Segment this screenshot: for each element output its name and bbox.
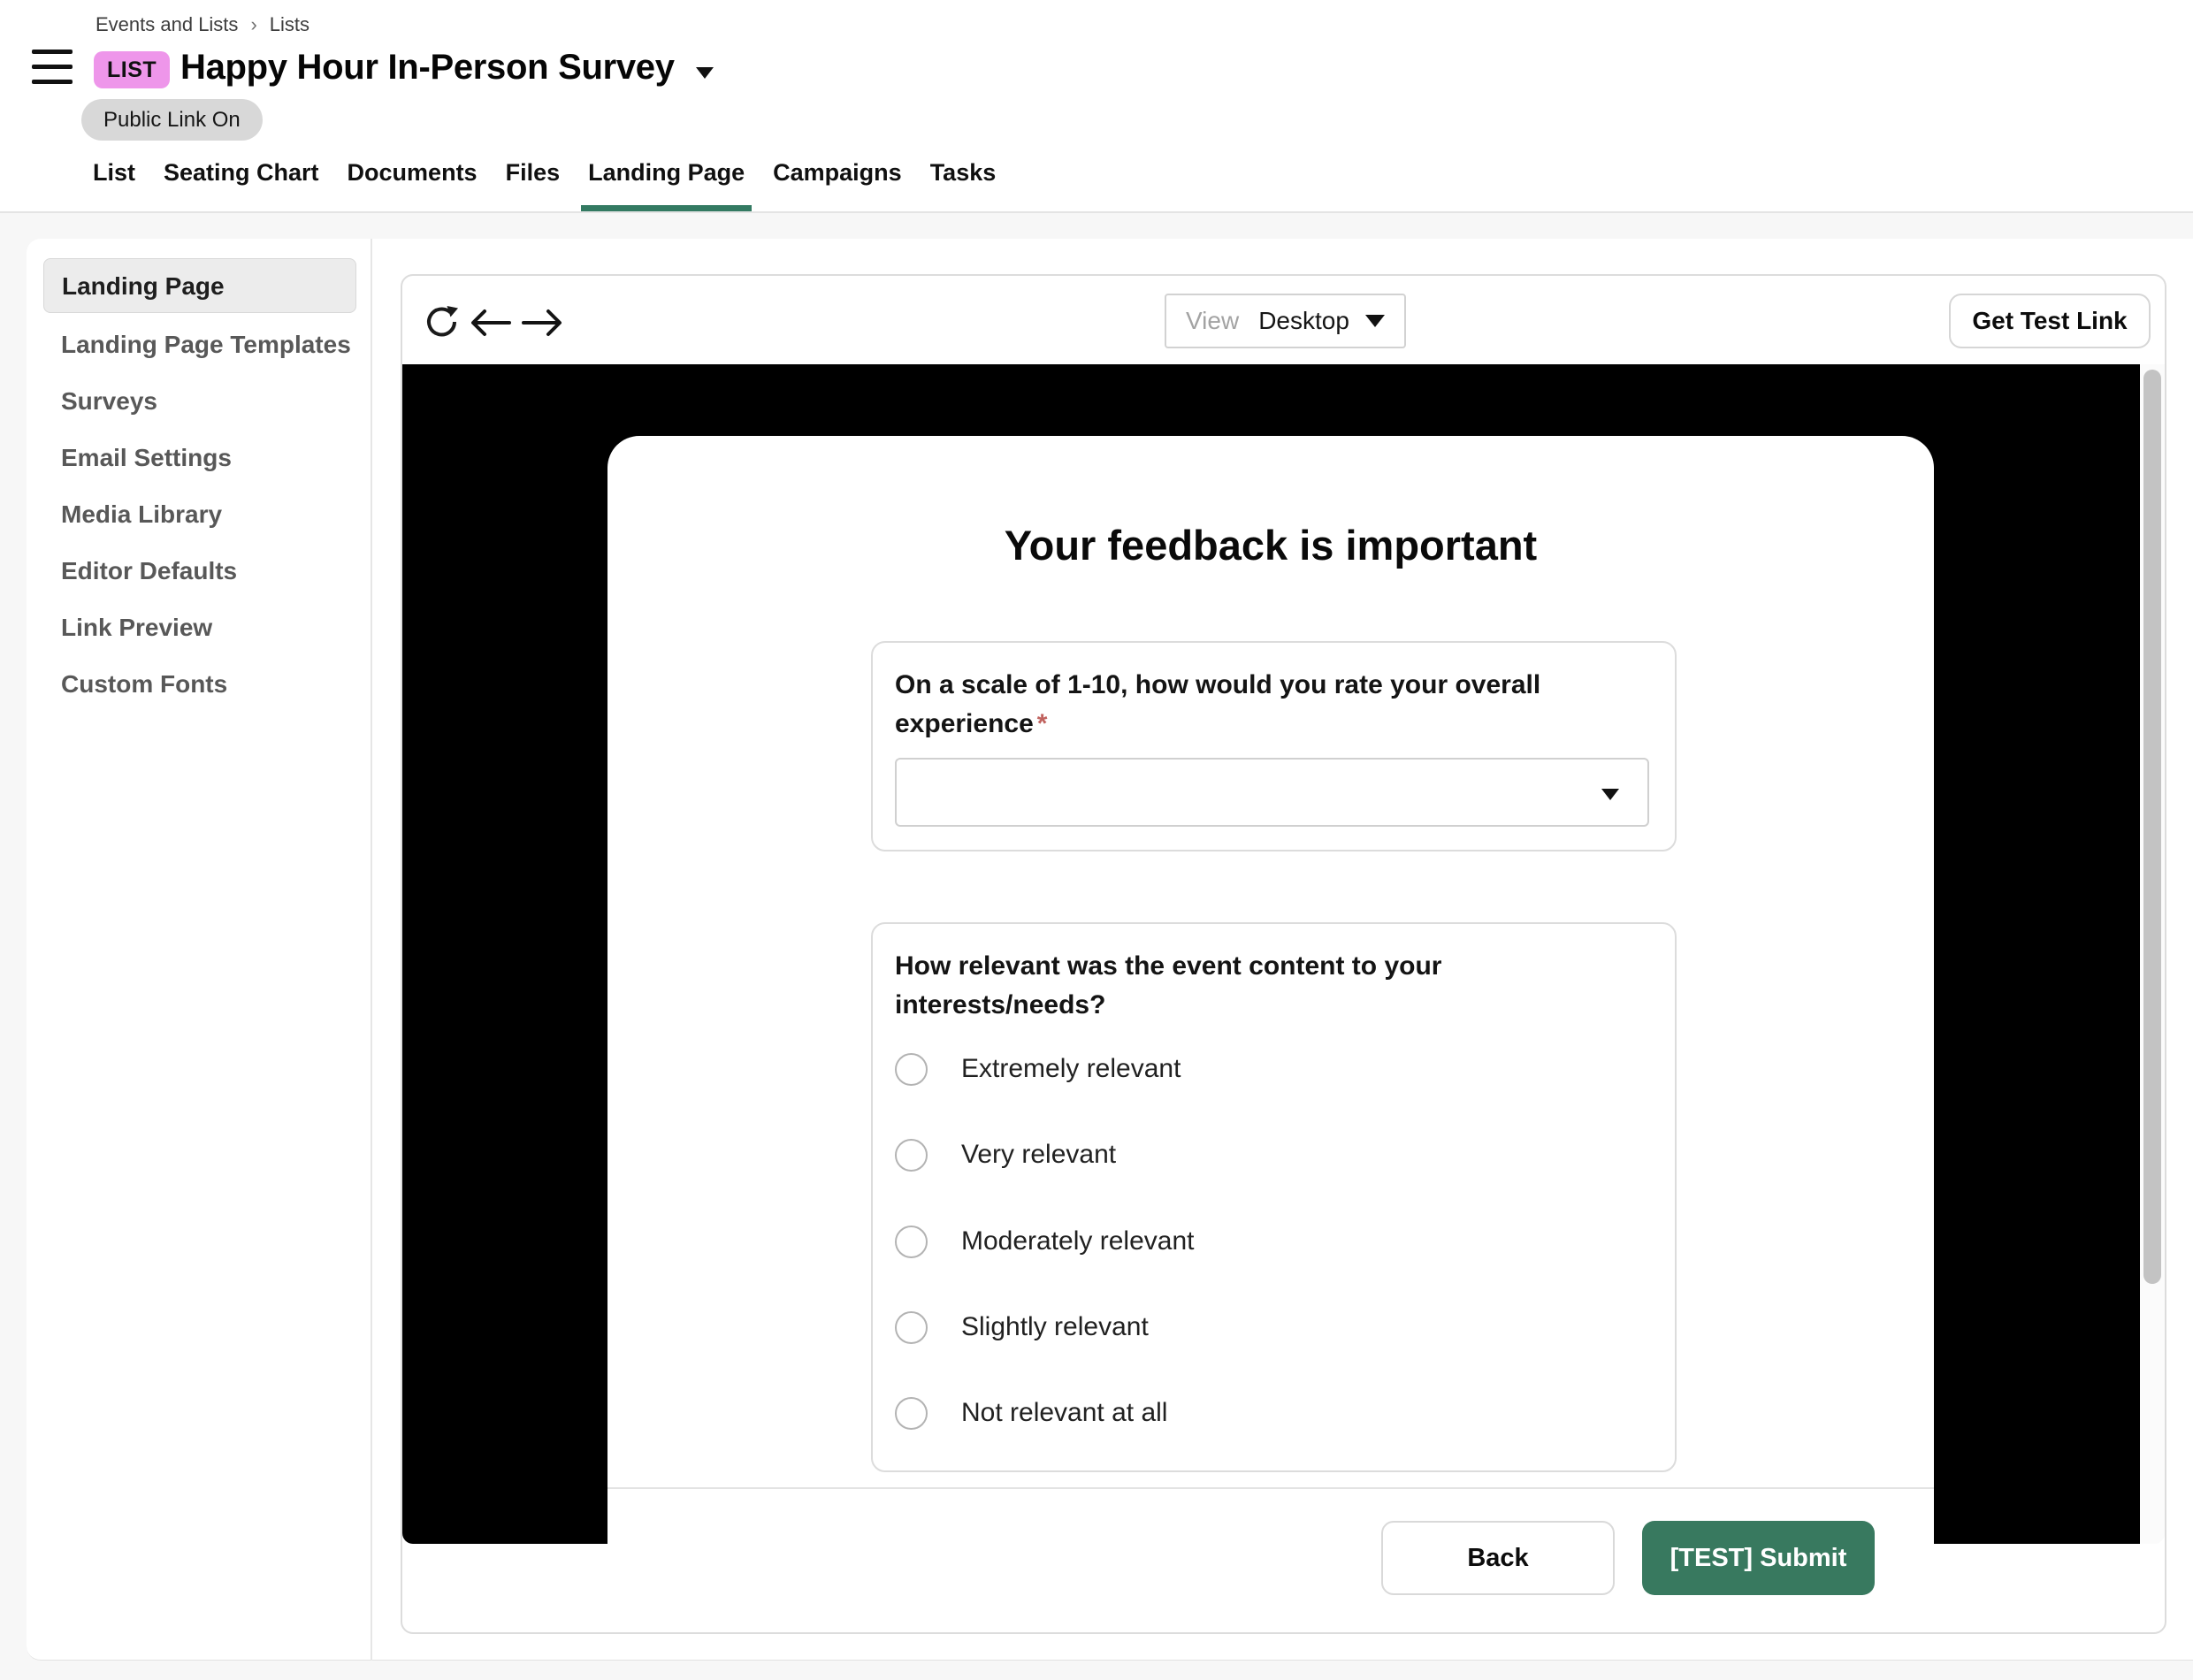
- preview-scrollbar-thumb[interactable]: [2143, 370, 2161, 1284]
- sidebar-item-landing-page[interactable]: Landing Page: [43, 258, 356, 313]
- preview-scrollbar-track[interactable]: [2140, 364, 2165, 1544]
- radio-circle-icon[interactable]: [895, 1226, 928, 1258]
- tab-documents[interactable]: Documents: [348, 152, 478, 211]
- radio-option-label: Slightly relevant: [961, 1312, 1149, 1342]
- radio-option-not-relevant[interactable]: Not relevant at all: [895, 1395, 1167, 1431]
- page-title: Happy Hour In-Person Survey: [180, 48, 675, 88]
- sidebar-item-media-library[interactable]: Media Library: [43, 487, 356, 542]
- hamburger-menu-icon[interactable]: [32, 50, 73, 85]
- survey-footer-divider: [607, 1487, 1934, 1489]
- rating-dropdown[interactable]: [895, 758, 1649, 827]
- radio-option-label: Moderately relevant: [961, 1226, 1194, 1256]
- question-card-rating: On a scale of 1-10, how would you rate y…: [871, 641, 1677, 851]
- question-text: On a scale of 1-10, how would you rate y…: [895, 666, 1593, 744]
- breadcrumb-separator: ›: [250, 13, 256, 36]
- public-link-status-badge: Public Link On: [81, 99, 263, 141]
- back-button[interactable]: Back: [1381, 1521, 1615, 1595]
- question-text: How relevant was the event content to yo…: [895, 947, 1532, 1025]
- tab-tasks[interactable]: Tasks: [930, 152, 997, 211]
- view-mode-select[interactable]: View Desktop: [1165, 294, 1406, 348]
- question-card-relevance: How relevant was the event content to yo…: [871, 922, 1677, 1472]
- radio-option-slightly-relevant[interactable]: Slightly relevant: [895, 1310, 1149, 1345]
- app-window: Events and Lists › Lists LIST Happy Hour…: [0, 0, 2193, 1680]
- radio-option-moderately-relevant[interactable]: Moderately relevant: [895, 1224, 1194, 1259]
- radio-circle-icon[interactable]: [895, 1139, 928, 1172]
- view-label: View: [1186, 307, 1239, 335]
- sidebar-item-link-preview[interactable]: Link Preview: [43, 600, 356, 655]
- radio-option-label: Not relevant at all: [961, 1398, 1167, 1428]
- tab-list[interactable]: List: [93, 152, 135, 211]
- sidebar-item-email-settings[interactable]: Email Settings: [43, 431, 356, 485]
- landing-page-preview-panel: View Desktop Get Test Link Your feedback…: [401, 274, 2166, 1634]
- test-submit-button[interactable]: [TEST] Submit: [1642, 1521, 1875, 1595]
- sidebar-item-surveys[interactable]: Surveys: [43, 374, 356, 429]
- radio-circle-icon[interactable]: [895, 1311, 928, 1344]
- sidebar-item-landing-page-templates[interactable]: Landing Page Templates: [43, 317, 356, 372]
- breadcrumb: Events and Lists › Lists: [96, 13, 309, 36]
- sidebar-item-custom-fonts[interactable]: Custom Fonts: [43, 657, 356, 712]
- radio-option-label: Extremely relevant: [961, 1054, 1181, 1084]
- radio-circle-icon[interactable]: [895, 1053, 928, 1086]
- get-test-link-button[interactable]: Get Test Link: [1949, 294, 2151, 348]
- tab-campaigns[interactable]: Campaigns: [773, 152, 902, 211]
- header: Events and Lists › Lists LIST Happy Hour…: [0, 0, 2193, 211]
- tab-bar: List Seating Chart Documents Files Landi…: [93, 152, 996, 211]
- radio-circle-icon[interactable]: [895, 1397, 928, 1430]
- radio-option-label: Very relevant: [961, 1140, 1116, 1170]
- refresh-icon[interactable]: [423, 302, 465, 341]
- title-dropdown-caret-icon[interactable]: [696, 67, 714, 79]
- radio-option-extremely-relevant[interactable]: Extremely relevant: [895, 1051, 1181, 1087]
- header-divider: [0, 211, 2193, 213]
- question-text-content: On a scale of 1-10, how would you rate y…: [895, 670, 1540, 738]
- arrow-left-icon[interactable]: [470, 308, 512, 347]
- settings-sidebar: Landing Page Landing Page Templates Surv…: [27, 239, 372, 1661]
- tab-files[interactable]: Files: [506, 152, 561, 211]
- content-card: Landing Page Landing Page Templates Surv…: [27, 239, 2193, 1661]
- list-type-badge: LIST: [94, 51, 170, 88]
- tab-seating-chart[interactable]: Seating Chart: [164, 152, 319, 211]
- view-value: Desktop: [1258, 307, 1349, 335]
- arrow-right-icon[interactable]: [521, 308, 563, 347]
- tab-landing-page[interactable]: Landing Page: [588, 152, 745, 211]
- sidebar-item-editor-defaults[interactable]: Editor Defaults: [43, 544, 356, 599]
- survey-heading: Your feedback is important: [607, 521, 1934, 569]
- breadcrumb-lists[interactable]: Lists: [270, 13, 309, 36]
- radio-option-very-relevant[interactable]: Very relevant: [895, 1137, 1116, 1172]
- preview-viewport: Your feedback is important On a scale of…: [402, 364, 2140, 1544]
- chevron-down-icon: [1365, 315, 1385, 327]
- required-asterisk: *: [1037, 709, 1048, 738]
- breadcrumb-events-and-lists[interactable]: Events and Lists: [96, 13, 238, 36]
- dropdown-caret-icon: [1601, 789, 1619, 800]
- survey-card: Your feedback is important On a scale of…: [607, 436, 1934, 1630]
